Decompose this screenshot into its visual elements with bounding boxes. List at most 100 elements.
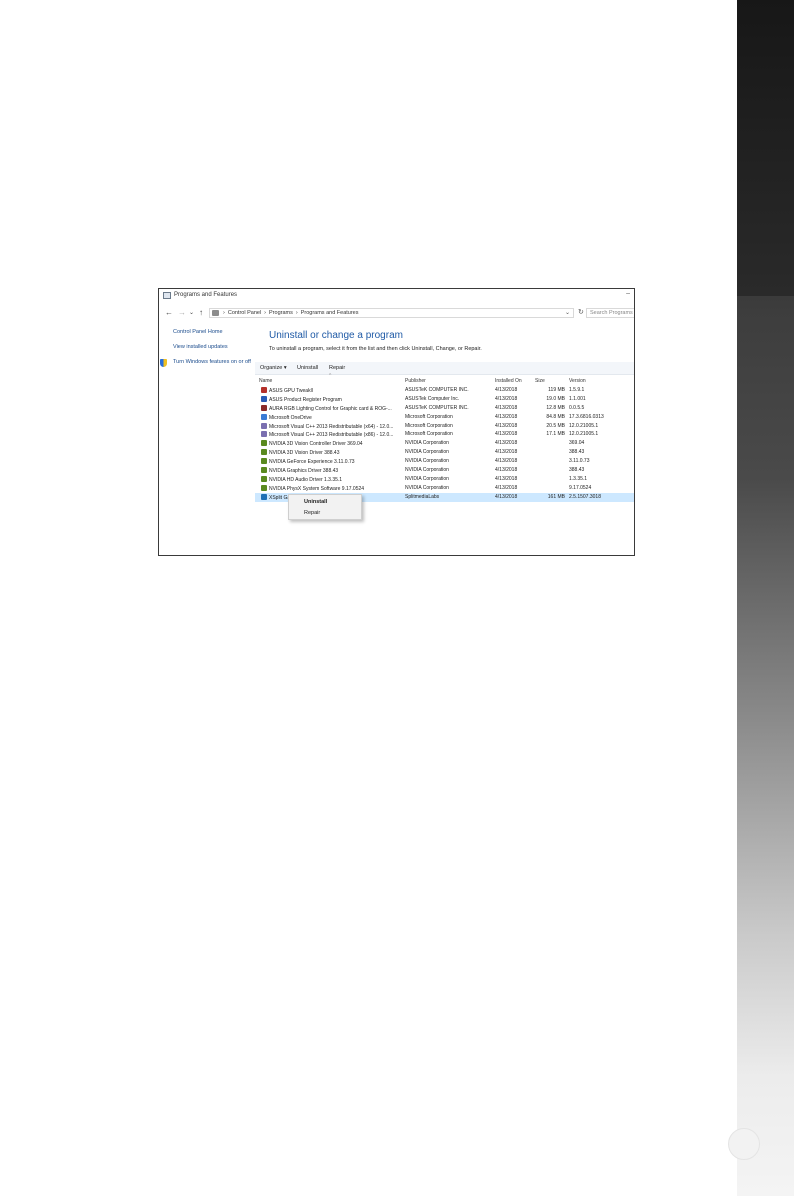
breadcrumb-programs-and-features[interactable]: Programs and Features [301, 310, 359, 316]
context-menu: Uninstall Repair [288, 494, 362, 520]
program-name: Microsoft Visual C++ 2013 Redistributabl… [269, 423, 394, 430]
program-installed-on: 4/13/2018 [495, 431, 518, 438]
program-version: 12.0.21005.1 [569, 422, 599, 429]
program-name: Microsoft Visual C++ 2013 Redistributabl… [269, 432, 394, 439]
recent-locations-icon[interactable]: ⌄ [189, 308, 194, 318]
program-installed-on: 4/13/2018 [495, 467, 518, 474]
program-publisher: NVIDIA Corporation [405, 440, 449, 447]
context-menu-uninstall[interactable]: Uninstall [304, 499, 327, 505]
asus-register-icon [261, 395, 267, 402]
repair-button[interactable]: Repair [329, 365, 345, 371]
page-subtitle: To uninstall a program, select it from t… [269, 346, 482, 352]
view-installed-updates-link[interactable]: View installed updates [173, 344, 265, 350]
program-size: 119 MB [548, 387, 565, 393]
program-name: XSplit Ga [269, 494, 291, 501]
program-publisher: NVIDIA Corporation [405, 467, 449, 474]
program-name-cell: NVIDIA 3D Vision Driver 388.43 [261, 449, 407, 457]
program-name-cell: Microsoft Visual C++ 2013 Redistributabl… [261, 431, 407, 439]
column-header-installed-on[interactable]: Installed On [495, 378, 529, 385]
nvidia-icon [261, 475, 267, 482]
program-installed-on: 4/13/2018 [495, 387, 518, 393]
breadcrumb-separator: › [295, 310, 298, 316]
windows-features-link[interactable]: Turn Windows features on or off [160, 359, 265, 367]
program-version: 17.3.6816.0313 [569, 413, 604, 420]
search-input[interactable]: Search Programs and Features [586, 308, 634, 318]
uninstall-button[interactable]: Uninstall [297, 365, 318, 371]
program-installed-on: 4/13/2018 [495, 475, 518, 482]
table-row[interactable]: NVIDIA PhysX System Software 9.17.0524 NV… [255, 484, 634, 493]
program-size: 19.0 MB [546, 395, 565, 402]
nvidia-icon [261, 467, 267, 474]
column-header-size[interactable]: Size [535, 378, 545, 385]
program-publisher: Microsoft Corporation [405, 422, 453, 429]
minimize-button[interactable]: – [626, 290, 630, 297]
program-name: NVIDIA GeForce Experience 3.11.0.73 [269, 459, 355, 466]
page-title: Uninstall or change a program [269, 330, 403, 341]
program-name-cell: Microsoft Visual C++ 2013 Redistributabl… [261, 422, 407, 431]
program-publisher: ASUSTeK COMPUTER INC. [405, 387, 469, 393]
page-side-tab-band [737, 0, 794, 296]
program-size: 20.5 MB [546, 422, 565, 429]
program-version: 12.0.21005.1 [569, 431, 599, 438]
program-publisher: NVIDIA Corporation [405, 458, 449, 465]
nvidia-icon [261, 484, 267, 491]
chevron-down-icon[interactable]: ⌄ [565, 309, 570, 316]
table-row[interactable]: NVIDIA Graphics Driver 388.43 NVIDIA Corp… [255, 466, 634, 475]
program-name-cell: NVIDIA 3D Vision Controller Driver 369.0… [261, 440, 407, 448]
program-name: NVIDIA Graphics Driver 388.43 [269, 468, 339, 475]
up-arrow-icon[interactable]: ↑ [199, 308, 203, 318]
program-version: 0.0.5.5 [569, 404, 585, 411]
organize-button[interactable]: Organize ▾ [260, 365, 287, 371]
breadcrumb-programs[interactable]: Programs [269, 310, 293, 316]
table-row[interactable]: ASUS GPU Tweakll ASUSTeK COMPUTER INC. 4/1… [255, 386, 634, 395]
table-row[interactable]: Microsoft OneDrive Microsoft Corporation 4… [255, 413, 634, 422]
page-number-bubble [728, 1128, 760, 1160]
program-name: AURA RGB Lighting Control for Graphic ca… [269, 405, 392, 412]
window-title: Programs and Features [174, 292, 238, 298]
program-installed-on: 4/13/2018 [495, 404, 518, 411]
program-size: 12.8 MB [546, 404, 565, 411]
program-publisher: ASUSTeK COMPUTER INC. [405, 404, 469, 411]
program-version: 1.3.35.1 [569, 475, 588, 482]
program-size: 161 MB [547, 493, 565, 500]
column-header-publisher[interactable]: Publisher [405, 378, 493, 385]
table-row[interactable]: Microsoft Visual C++ 2013 Redistributabl… [255, 430, 634, 439]
nvidia-icon [261, 458, 267, 465]
table-row[interactable]: NVIDIA GeForce Experience 3.11.0.73 NVIDI… [255, 457, 634, 466]
refresh-icon[interactable]: ↻ [578, 308, 584, 316]
program-publisher: Microsoft Corporation [405, 431, 453, 438]
program-installed-on: 4/13/2018 [495, 449, 518, 456]
program-name: NVIDIA 3D Vision Controller Driver 369.0… [269, 441, 363, 448]
table-row[interactable]: ASUS Product Register Program ASUSTek Com… [255, 395, 634, 404]
program-version: 388.43 [569, 467, 585, 474]
program-publisher: NVIDIA Corporation [405, 449, 449, 456]
program-installed-on: 4/13/2018 [495, 440, 518, 447]
back-arrow-icon[interactable]: ← [165, 308, 173, 318]
program-name-cell: AURA RGB Lighting Control for Graphic ca… [261, 404, 407, 413]
program-publisher: Microsoft Corporation [405, 413, 453, 420]
program-publisher: NVIDIA Corporation [405, 484, 449, 491]
control-panel-home-link[interactable]: Control Panel Home [173, 329, 265, 335]
program-name-cell: ASUS Product Register Program [261, 395, 407, 404]
program-list: Name Publisher Installed On Size Version… [255, 377, 634, 502]
context-menu-repair[interactable]: Repair [304, 510, 320, 516]
table-row[interactable]: NVIDIA HD Audio Driver 1.3.35.1 NVIDIA Co… [255, 475, 634, 484]
forward-arrow-icon[interactable]: → [178, 308, 186, 318]
table-row[interactable]: NVIDIA 3D Vision Driver 388.43 NVIDIA Cor… [255, 448, 634, 457]
table-row[interactable]: AURA RGB Lighting Control for Graphic ca… [255, 404, 634, 413]
program-name: NVIDIA PhysX System Software 9.17.0524 [269, 485, 365, 492]
address-bar: ← → ⌄ ↑ › Control Panel › Programs › Programs… [159, 306, 634, 320]
program-version: 369.04 [569, 440, 585, 447]
table-row[interactable]: NVIDIA 3D Vision Controller Driver 369.0… [255, 439, 634, 448]
breadcrumb-separator: › [223, 310, 225, 316]
address-field[interactable]: › Control Panel › Programs › Programs and Fea… [209, 308, 574, 318]
program-name: NVIDIA HD Audio Driver 1.3.35.1 [269, 476, 343, 483]
breadcrumb-control-panel[interactable]: Control Panel [228, 310, 261, 316]
program-name-cell: ASUS GPU Tweakll [261, 387, 407, 395]
nvidia-icon [261, 440, 267, 447]
column-header-name[interactable]: Name [259, 378, 405, 385]
program-version: 1.1.001 [569, 395, 586, 402]
column-header-version[interactable]: Version [569, 378, 625, 385]
program-name-cell: NVIDIA GeForce Experience 3.11.0.73 [261, 458, 407, 466]
table-row[interactable]: Microsoft Visual C++ 2013 Redistributabl… [255, 422, 634, 431]
